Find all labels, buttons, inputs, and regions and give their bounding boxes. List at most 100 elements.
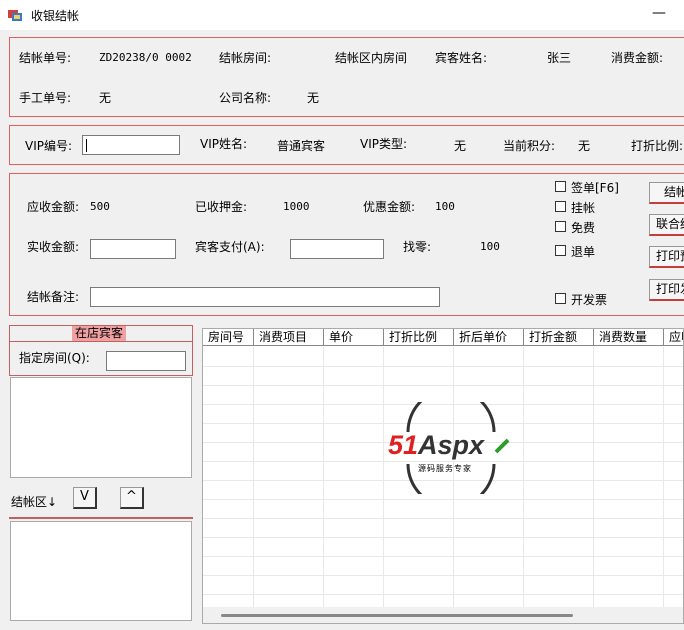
move-down-button[interactable]: V [73,487,97,509]
checkout-area-divider [9,517,193,519]
room-label: 结帐房间: [219,51,272,65]
grid-row-line [203,366,683,367]
title-bar: 收银结帐 — [0,0,684,30]
guests-header-label: 在店宾客 [72,326,127,341]
sign-bill-checkbox[interactable] [555,181,566,192]
grid-row-line [203,518,683,519]
in-house-guests-list[interactable] [10,377,192,478]
checkout-area-list[interactable] [10,521,192,621]
deposit-value: 1000 [283,200,310,213]
grid-row-line [203,385,683,386]
minimize-button[interactable]: — [652,6,666,20]
discount-amount-value: 100 [435,200,455,213]
actual-received-label: 实收金额: [27,240,80,254]
watermark-x-accent-icon [494,438,510,454]
grid-column-line [253,347,254,607]
checkout-window: 收银结帐 — 结帐单号: ZD20238/0 0002 结帐房间: 结帐区内房间… [0,0,684,630]
grid-row-line [203,537,683,538]
bill-no-label: 结帐单号: [19,51,72,65]
checkout-button[interactable]: 结帐 [649,182,684,204]
bill-info-panel: 结帐单号: ZD20238/0 0002 结帐房间: 结帐区内房间 宾客姓名: … [9,37,684,117]
remark-input[interactable] [90,287,440,307]
vip-type-value: 无 [454,139,467,153]
grid-column-header[interactable]: 应收 [664,329,683,346]
grid-column-line [663,347,664,607]
invoice-checkbox[interactable] [555,293,566,304]
watermark-logo: 51Aspx 源码服务专家 [386,402,516,494]
points-value: 无 [578,139,591,153]
grid-column-line [523,347,524,607]
grid-row-line [203,594,683,595]
watermark-tagline: 源码服务专家 [418,464,472,473]
guest-name-label: 宾客姓名: [435,51,488,65]
grid-row-line [203,556,683,557]
manual-no-label: 手工单号: [19,91,72,105]
points-label: 当前积分: [503,139,556,153]
grid-column-header[interactable]: 打折金额 [524,329,594,346]
grid-column-header[interactable]: 消费项目 [254,329,324,346]
vip-no-label: VIP编号: [25,139,73,153]
room-filter-label: 指定房间(Q): [19,351,90,365]
room-filter-box: 指定房间(Q): [9,342,193,376]
grid-row-line [203,499,683,500]
grid-column-header[interactable]: 折后单价 [454,329,524,346]
grid-column-header[interactable]: 打折比例 [384,329,454,346]
sign-bill-label[interactable]: 签单[F6] [571,179,619,196]
manual-no-value: 无 [99,91,112,105]
company-label: 公司名称: [219,91,272,105]
guests-header: 在店宾客 [9,325,193,342]
deposit-label: 已收押金: [195,200,248,214]
print-preview-button[interactable]: 打印预 [649,246,684,268]
free-label[interactable]: 免费 [571,219,595,236]
guests-panel: 在店宾客 指定房间(Q): 结帐区↓ V ^ [9,325,193,621]
grid-column-line [383,347,384,607]
watermark-brand-51: 51 [388,430,419,460]
vip-no-input[interactable] [82,135,180,155]
grid-column-header[interactable]: 单价 [324,329,384,346]
grid-column-header[interactable]: 消费数量 [594,329,664,346]
free-checkbox[interactable] [555,221,566,232]
consumption-grid[interactable]: 房间号消费项目单价打折比例折后单价打折金额消费数量应收 51Aspx 源码服务专… [202,328,684,624]
bill-no-value: ZD20238/0 0002 [99,51,192,64]
guest-name-value: 张三 [547,51,572,65]
change-value: 100 [480,240,500,253]
guest-pay-input[interactable] [290,239,384,259]
move-up-button[interactable]: ^ [120,487,144,509]
watermark-brand-rest: Aspx [418,430,485,460]
refund-label[interactable]: 退单 [571,243,595,260]
refund-checkbox[interactable] [555,245,566,256]
receivable-value: 500 [90,200,110,213]
checkout-area-label: 结帐区↓ [11,495,58,509]
vip-panel: VIP编号: VIP姓名: 普通宾客 VIP类型: 无 当前积分: 无 打折比例… [9,125,684,165]
room-value: 结帐区内房间 [335,51,408,65]
payment-panel: 应收金额: 500 已收押金: 1000 优惠金额: 100 实收金额: 宾客支… [9,173,684,316]
discount-amount-label: 优惠金额: [363,200,416,214]
watermark-brand: 51Aspx [388,430,484,461]
hang-label[interactable]: 挂帐 [571,199,595,216]
vip-name-label: VIP姓名: [200,137,248,151]
grid-row-line [203,575,683,576]
guest-pay-label: 宾客支付(A): [195,240,265,254]
grid-column-line [593,347,594,607]
app-icon [8,10,22,21]
actual-received-input[interactable] [90,239,176,259]
amount-label: 消费金额: [611,51,664,65]
joint-checkout-button[interactable]: 联合结 [649,214,684,236]
grid-column-line [323,347,324,607]
change-label: 找零: [403,240,432,254]
window-title: 收银结帐 [31,9,80,23]
receivable-label: 应收金额: [27,200,80,214]
remark-label: 结帐备注: [27,290,80,304]
vip-type-label: VIP类型: [360,137,408,151]
scrollbar-thumb[interactable] [221,614,573,617]
vip-name-value: 普通宾客 [277,139,326,153]
grid-column-header[interactable]: 房间号 [203,329,254,346]
print-invoice-button[interactable]: 打印发 [649,279,684,301]
hang-checkbox[interactable] [555,201,566,212]
room-filter-input[interactable] [106,351,186,371]
horizontal-scrollbar[interactable] [203,607,683,623]
invoice-label[interactable]: 开发票 [571,291,607,308]
grid-header: 房间号消费项目单价打折比例折后单价打折金额消费数量应收 [203,329,683,346]
company-value: 无 [307,91,320,105]
discount-rate-label: 打折比例: [631,139,684,153]
